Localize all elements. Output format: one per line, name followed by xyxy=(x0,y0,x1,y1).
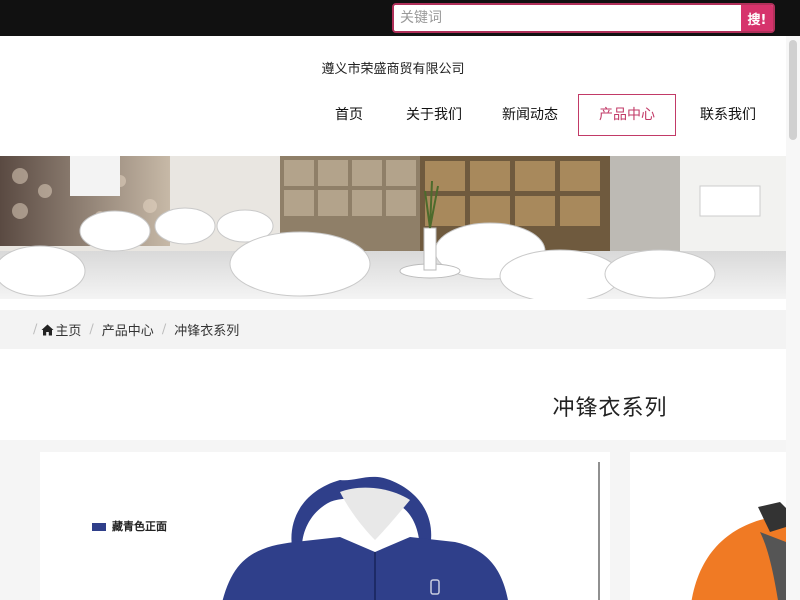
product-list: 藏青色正面 xyxy=(0,440,786,600)
nav-item-news[interactable]: 新闻动态 xyxy=(492,94,568,136)
breadcrumb-home[interactable]: 主页 xyxy=(55,320,81,339)
company-name: 遵义市荣盛商贸有限公司 xyxy=(321,62,465,77)
banner-image xyxy=(0,156,786,299)
search-button[interactable]: 搜! xyxy=(741,5,773,31)
breadcrumb-products[interactable]: 产品中心 xyxy=(102,320,154,339)
nav-item-contact[interactable]: 联系我们 xyxy=(690,94,766,136)
top-bar: 搜! xyxy=(0,0,800,36)
product-card[interactable] xyxy=(630,452,786,600)
product-card[interactable]: 藏青色正面 xyxy=(40,452,610,600)
section-title: 冲锋衣系列 xyxy=(552,396,668,421)
search-input[interactable] xyxy=(394,5,743,31)
main-nav: 首页 关于我们 新闻动态 产品中心 联系我们 xyxy=(0,94,786,136)
search-box: 搜! xyxy=(392,3,775,33)
nav-item-about[interactable]: 关于我们 xyxy=(396,94,472,136)
nav-item-products[interactable]: 产品中心 xyxy=(578,94,676,136)
breadcrumb-separator: / xyxy=(33,322,38,337)
orange-jacket-image xyxy=(630,452,786,600)
home-icon xyxy=(41,324,54,335)
breadcrumb-separator: / xyxy=(89,322,94,337)
showroom-illustration xyxy=(0,156,786,299)
nav-item-home[interactable]: 首页 xyxy=(320,94,378,136)
scrollbar-thumb[interactable] xyxy=(789,40,797,140)
breadcrumb: / 主页 / 产品中心 / 冲锋衣系列 xyxy=(0,310,786,349)
page-scrollbar[interactable] xyxy=(786,36,800,600)
product-caption: 藏青色正面 xyxy=(112,520,167,533)
breadcrumb-current: 冲锋衣系列 xyxy=(174,324,240,339)
breadcrumb-separator: / xyxy=(161,322,167,337)
